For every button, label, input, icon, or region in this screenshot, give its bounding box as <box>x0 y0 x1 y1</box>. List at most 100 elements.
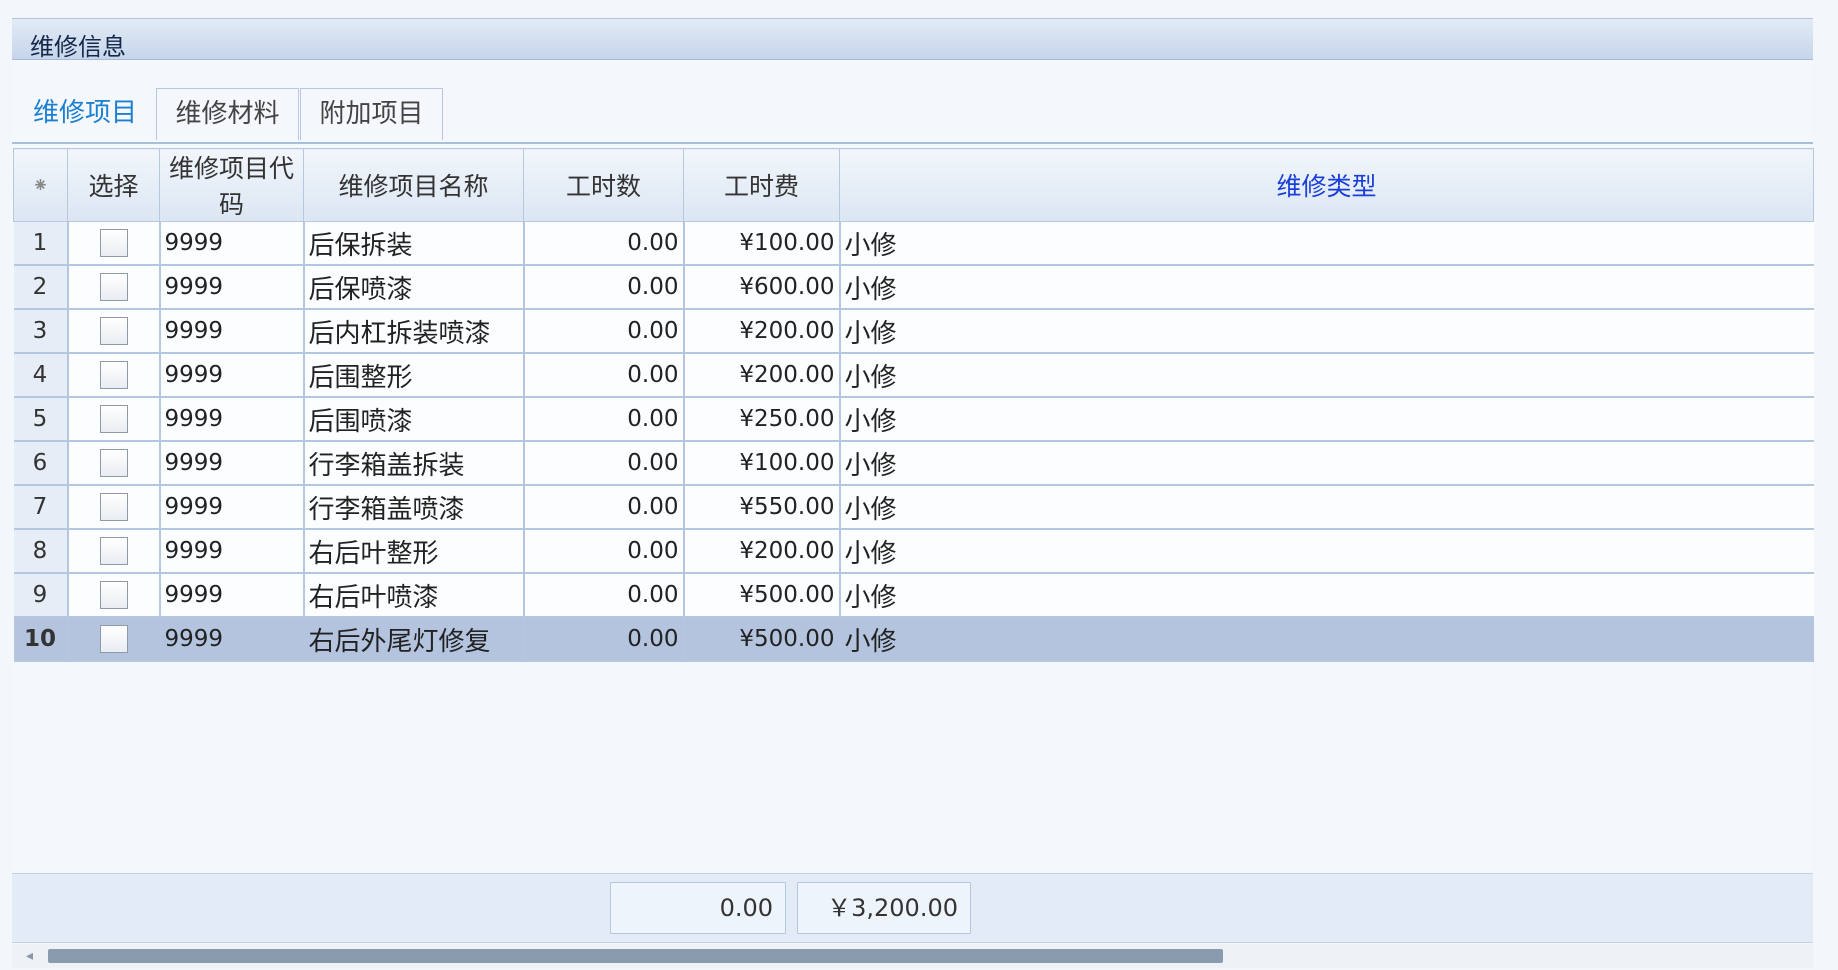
labor-hours: 0.00 <box>523 441 685 486</box>
item-code: 9999 <box>159 441 305 486</box>
item-code: 9999 <box>159 573 305 618</box>
table-row[interactable]: 1 9999 后保拆装 0.00 ¥100.00 小修 <box>13 221 1814 266</box>
repair-type: 小修 <box>839 529 1814 574</box>
row-checkbox[interactable] <box>99 537 128 565</box>
labor-fee: ¥200.00 <box>683 529 841 574</box>
select-checkbox-cell <box>67 441 161 486</box>
row-checkbox[interactable] <box>99 493 128 521</box>
labor-hours: 0.00 <box>523 397 685 442</box>
repair-type: 小修 <box>839 397 1814 442</box>
summary-bar: 0.00 ￥3,200.00 <box>12 873 1813 943</box>
select-checkbox-cell <box>67 485 161 530</box>
repair-info-panel: 维修信息 维修项目 维修材料 附加项目 ⁕ 选择 维修项目代码 维修项目名称 工… <box>12 18 1814 968</box>
row-number: 10 <box>13 617 69 662</box>
panel-title: 维修信息 <box>30 33 126 61</box>
row-number: 7 <box>13 485 69 530</box>
row-number: 5 <box>13 397 69 442</box>
row-checkbox[interactable] <box>99 449 128 477</box>
repair-type: 小修 <box>839 441 1814 486</box>
table-row[interactable]: 6 9999 行李箱盖拆装 0.00 ¥100.00 小修 <box>13 441 1814 486</box>
item-code: 9999 <box>159 221 305 266</box>
table-row[interactable]: 2 9999 后保喷漆 0.00 ¥600.00 小修 <box>13 265 1814 310</box>
table-row[interactable]: 3 9999 后内杠拆装喷漆 0.00 ¥200.00 小修 <box>13 309 1814 354</box>
col-code-header[interactable]: 维修项目代码 <box>159 148 304 222</box>
item-name: 后保拆装 <box>303 221 525 266</box>
table-row[interactable]: 5 9999 后围喷漆 0.00 ¥250.00 小修 <box>13 397 1814 442</box>
tab-additional-items[interactable]: 附加项目 <box>300 88 443 140</box>
item-code: 9999 <box>159 353 305 398</box>
labor-fee: ¥550.00 <box>683 485 841 530</box>
horizontal-scrollbar[interactable]: ◂ <box>12 944 1813 968</box>
labor-hours: 0.00 <box>523 309 685 354</box>
labor-fee: ¥600.00 <box>683 265 841 310</box>
select-checkbox-cell <box>67 617 161 662</box>
item-name: 右后叶喷漆 <box>303 573 525 618</box>
table-row[interactable]: 4 9999 后围整形 0.00 ¥200.00 小修 <box>13 353 1814 398</box>
item-code: 9999 <box>159 397 305 442</box>
row-checkbox[interactable] <box>99 405 128 433</box>
item-code: 9999 <box>159 617 305 662</box>
item-name: 行李箱盖拆装 <box>303 441 525 486</box>
tab-repair-items[interactable]: 维修项目 <box>14 84 156 142</box>
item-name: 右后叶整形 <box>303 529 525 574</box>
row-number: 4 <box>13 353 69 398</box>
labor-hours: 0.00 <box>523 485 685 530</box>
repair-type: 小修 <box>839 309 1814 354</box>
col-hours-header[interactable]: 工时数 <box>523 148 684 222</box>
labor-fee: ¥250.00 <box>683 397 841 442</box>
labor-hours: 0.00 <box>523 617 685 662</box>
item-name: 行李箱盖喷漆 <box>303 485 525 530</box>
tab-repair-materials[interactable]: 维修材料 <box>156 88 299 140</box>
item-code: 9999 <box>159 485 305 530</box>
select-checkbox-cell <box>67 221 161 266</box>
table-row[interactable]: 10 9999 右后外尾灯修复 0.00 ¥500.00 小修 <box>13 617 1814 662</box>
select-checkbox-cell <box>67 529 161 574</box>
panel-header: 维修信息 <box>12 18 1813 61</box>
col-rownum-header: ⁕ <box>13 148 68 222</box>
labor-fee: ¥200.00 <box>683 353 841 398</box>
fee-total: ￥3,200.00 <box>797 882 971 934</box>
row-checkbox[interactable] <box>99 581 128 609</box>
col-fee-header[interactable]: 工时费 <box>683 148 840 222</box>
row-number: 9 <box>13 573 69 618</box>
repair-type: 小修 <box>839 485 1814 530</box>
repair-type: 小修 <box>839 617 1814 662</box>
labor-hours: 0.00 <box>523 573 685 618</box>
scroll-left-arrow-icon[interactable]: ◂ <box>26 948 33 964</box>
row-number: 8 <box>13 529 69 574</box>
col-name-header[interactable]: 维修项目名称 <box>303 148 524 222</box>
col-select-header[interactable]: 选择 <box>67 148 160 222</box>
labor-hours: 0.00 <box>523 221 685 266</box>
select-checkbox-cell <box>67 397 161 442</box>
row-checkbox[interactable] <box>99 361 128 389</box>
row-checkbox[interactable] <box>99 625 128 653</box>
item-code: 9999 <box>159 265 305 310</box>
table-row[interactable]: 8 9999 右后叶整形 0.00 ¥200.00 小修 <box>13 529 1814 574</box>
table-row[interactable]: 7 9999 行李箱盖喷漆 0.00 ¥550.00 小修 <box>13 485 1814 530</box>
row-number: 3 <box>13 309 69 354</box>
item-name: 后保喷漆 <box>303 265 525 310</box>
row-checkbox[interactable] <box>99 273 128 301</box>
row-checkbox[interactable] <box>99 317 128 345</box>
labor-fee: ¥500.00 <box>683 573 841 618</box>
labor-hours: 0.00 <box>523 529 685 574</box>
labor-fee: ¥100.00 <box>683 221 841 266</box>
scrollbar-thumb[interactable] <box>48 949 1223 963</box>
repair-items-grid: ⁕ 选择 维修项目代码 维修项目名称 工时数 工时费 维修类型 1 9999 后保拆… <box>13 148 1814 662</box>
table-row[interactable]: 9 9999 右后叶喷漆 0.00 ¥500.00 小修 <box>13 573 1814 618</box>
col-type-header[interactable]: 维修类型 <box>839 148 1814 222</box>
select-checkbox-cell <box>67 309 161 354</box>
repair-type: 小修 <box>839 221 1814 266</box>
labor-fee: ¥500.00 <box>683 617 841 662</box>
labor-hours: 0.00 <box>523 353 685 398</box>
labor-fee: ¥100.00 <box>683 441 841 486</box>
select-checkbox-cell <box>67 573 161 618</box>
tab-strip: 维修项目 维修材料 附加项目 <box>12 68 1813 144</box>
grid-header-row: ⁕ 选择 维修项目代码 维修项目名称 工时数 工时费 维修类型 <box>13 148 1814 222</box>
row-checkbox[interactable] <box>99 229 128 257</box>
repair-type: 小修 <box>839 265 1814 310</box>
item-code: 9999 <box>159 309 305 354</box>
item-name: 后内杠拆装喷漆 <box>303 309 525 354</box>
labor-fee: ¥200.00 <box>683 309 841 354</box>
row-number: 6 <box>13 441 69 486</box>
